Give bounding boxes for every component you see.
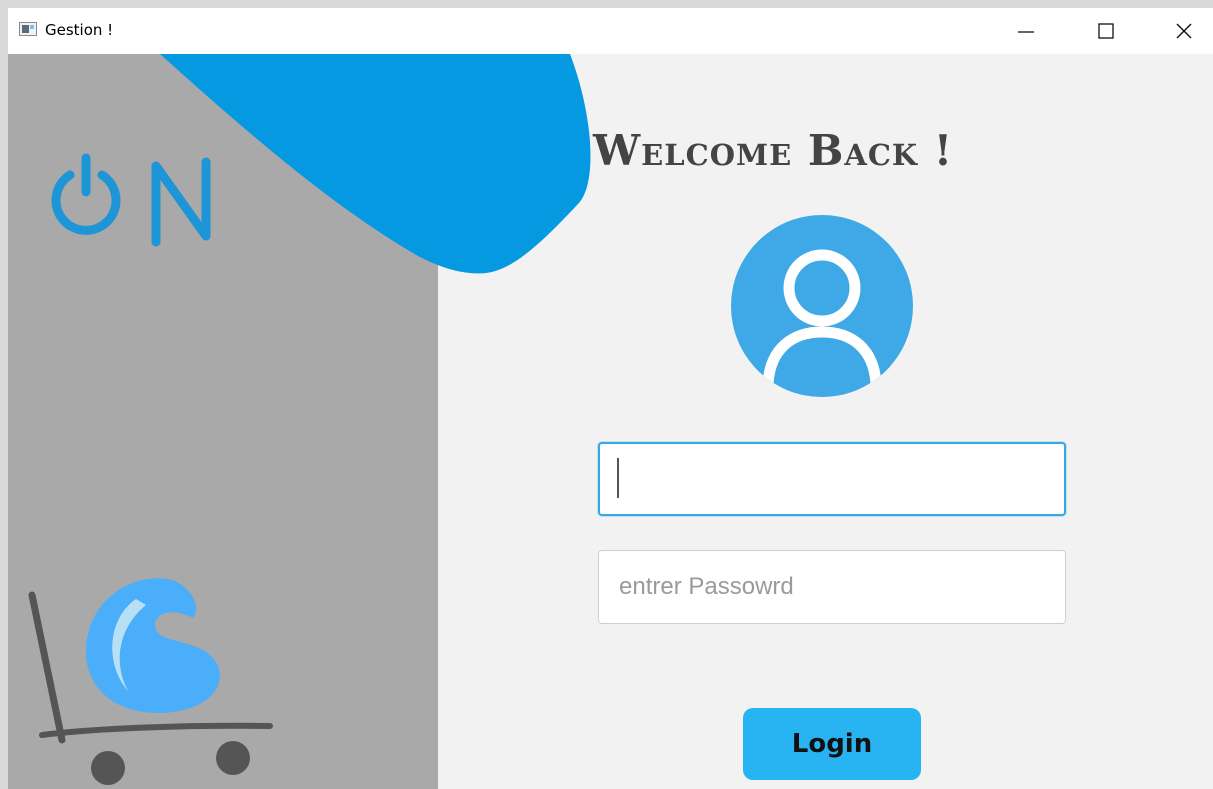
shopping-cart-logo [28, 578, 273, 785]
user-icon [731, 215, 913, 397]
close-button[interactable] [1161, 8, 1207, 54]
power-on-logo [51, 153, 211, 247]
minimize-icon [1018, 31, 1034, 33]
app-window: Gestion ! Welcome Back ! Login [8, 8, 1213, 789]
window-title: Gestion ! [45, 21, 114, 39]
password-field[interactable] [598, 550, 1066, 624]
username-field[interactable] [598, 442, 1066, 516]
text-caret [617, 458, 619, 498]
app-icon [19, 22, 37, 36]
minimize-button[interactable] [1003, 8, 1049, 54]
maximize-icon [1098, 23, 1114, 39]
title-bar: Gestion ! [8, 8, 1213, 54]
maximize-button[interactable] [1083, 8, 1129, 54]
close-icon [1176, 23, 1192, 39]
login-button[interactable]: Login [743, 708, 921, 780]
welcome-heading: Welcome Back ! [593, 126, 954, 175]
